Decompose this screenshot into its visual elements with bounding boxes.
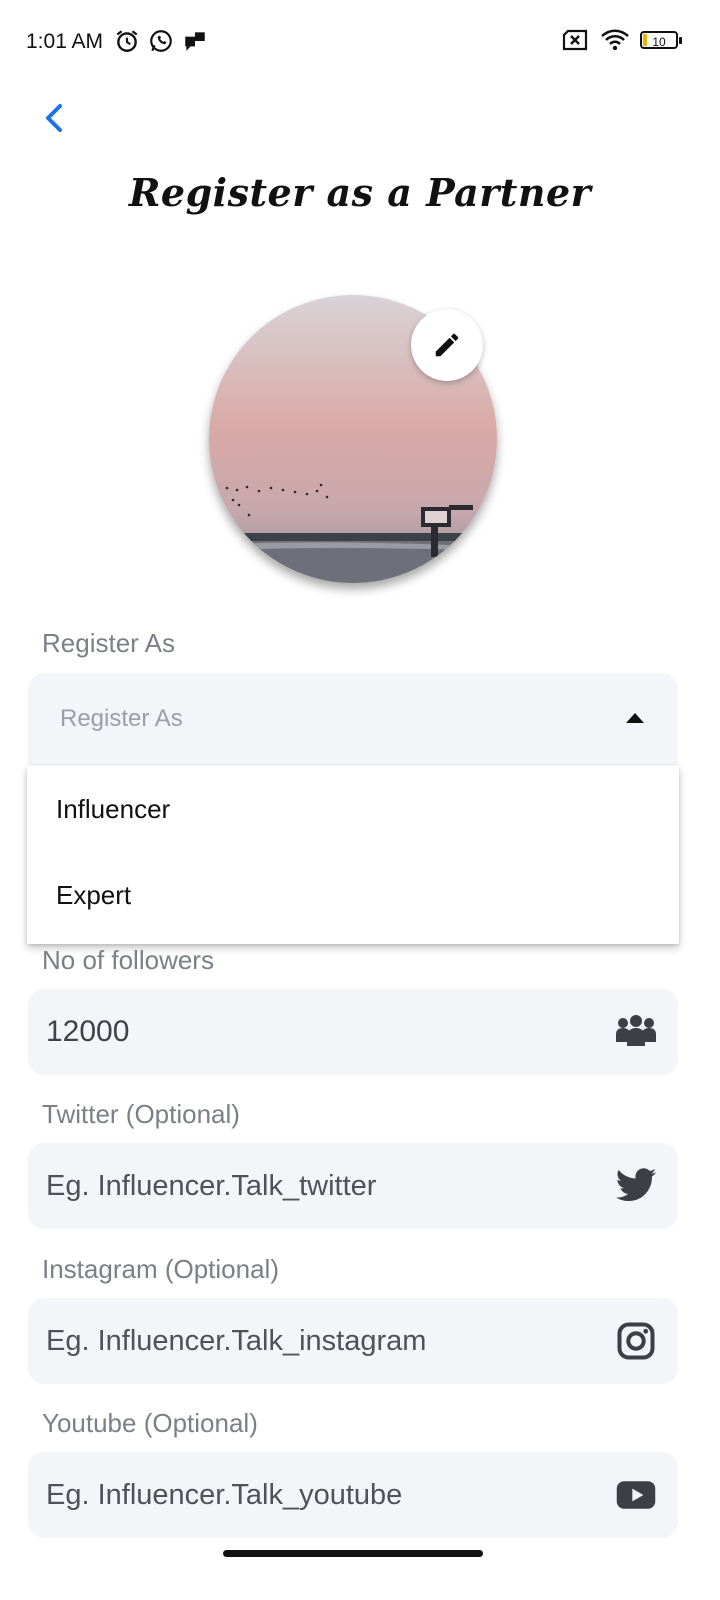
instagram-field[interactable]: Eg. Influencer.Talk_instagram — [28, 1298, 678, 1384]
instagram-icon — [617, 1322, 655, 1360]
sim-off-icon — [562, 29, 588, 51]
instagram-input[interactable]: Eg. Influencer.Talk_instagram — [46, 1298, 426, 1384]
status-bar: 1:01 AM 10 — [0, 0, 720, 84]
people-group-icon — [616, 1015, 656, 1046]
wifi-icon — [601, 29, 629, 51]
status-time: 1:01 AM — [26, 30, 104, 53]
youtube-input[interactable]: Eg. Influencer.Talk_youtube — [46, 1452, 402, 1538]
profile-picture-container — [209, 295, 497, 583]
instagram-label: Instagram (Optional) — [42, 1254, 279, 1284]
register-as-menu: Influencer Expert — [27, 766, 679, 944]
back-button[interactable] — [34, 96, 74, 140]
whatsapp-icon — [150, 30, 172, 52]
menu-option-influencer[interactable]: Influencer — [27, 766, 679, 852]
followers-input[interactable]: 12000 — [46, 989, 129, 1075]
twitter-label: Twitter (Optional) — [42, 1099, 240, 1129]
caret-up-icon — [626, 713, 644, 723]
alarm-icon — [116, 30, 138, 52]
register-as-placeholder: Register As — [60, 705, 183, 732]
twitter-field[interactable]: Eg. Influencer.Talk_twitter — [28, 1143, 678, 1229]
youtube-label: Youtube (Optional) — [42, 1408, 258, 1438]
register-as-label: Register As — [42, 628, 175, 658]
twitter-icon — [615, 1168, 657, 1202]
home-indicator[interactable] — [223, 1550, 483, 1557]
status-system-icons: 10 — [562, 28, 682, 52]
menu-option-expert[interactable]: Expert — [27, 852, 679, 938]
battery-icon: 10 — [640, 31, 682, 49]
pencil-icon — [435, 333, 459, 357]
status-notification-icons — [114, 28, 208, 54]
twitter-input[interactable]: Eg. Influencer.Talk_twitter — [46, 1143, 376, 1229]
page-title: Register as a Partner — [128, 170, 592, 215]
youtube-field[interactable]: Eg. Influencer.Talk_youtube — [28, 1452, 678, 1538]
followers-field[interactable]: 12000 — [28, 989, 678, 1075]
youtube-icon — [616, 1481, 656, 1509]
battery-level: 10 — [652, 35, 666, 49]
edit-photo-button[interactable] — [411, 309, 483, 381]
chevron-left-icon — [46, 104, 62, 132]
followers-label: No of followers — [42, 945, 214, 975]
chat-icon — [185, 32, 205, 51]
register-as-dropdown[interactable]: Register As — [28, 673, 678, 765]
